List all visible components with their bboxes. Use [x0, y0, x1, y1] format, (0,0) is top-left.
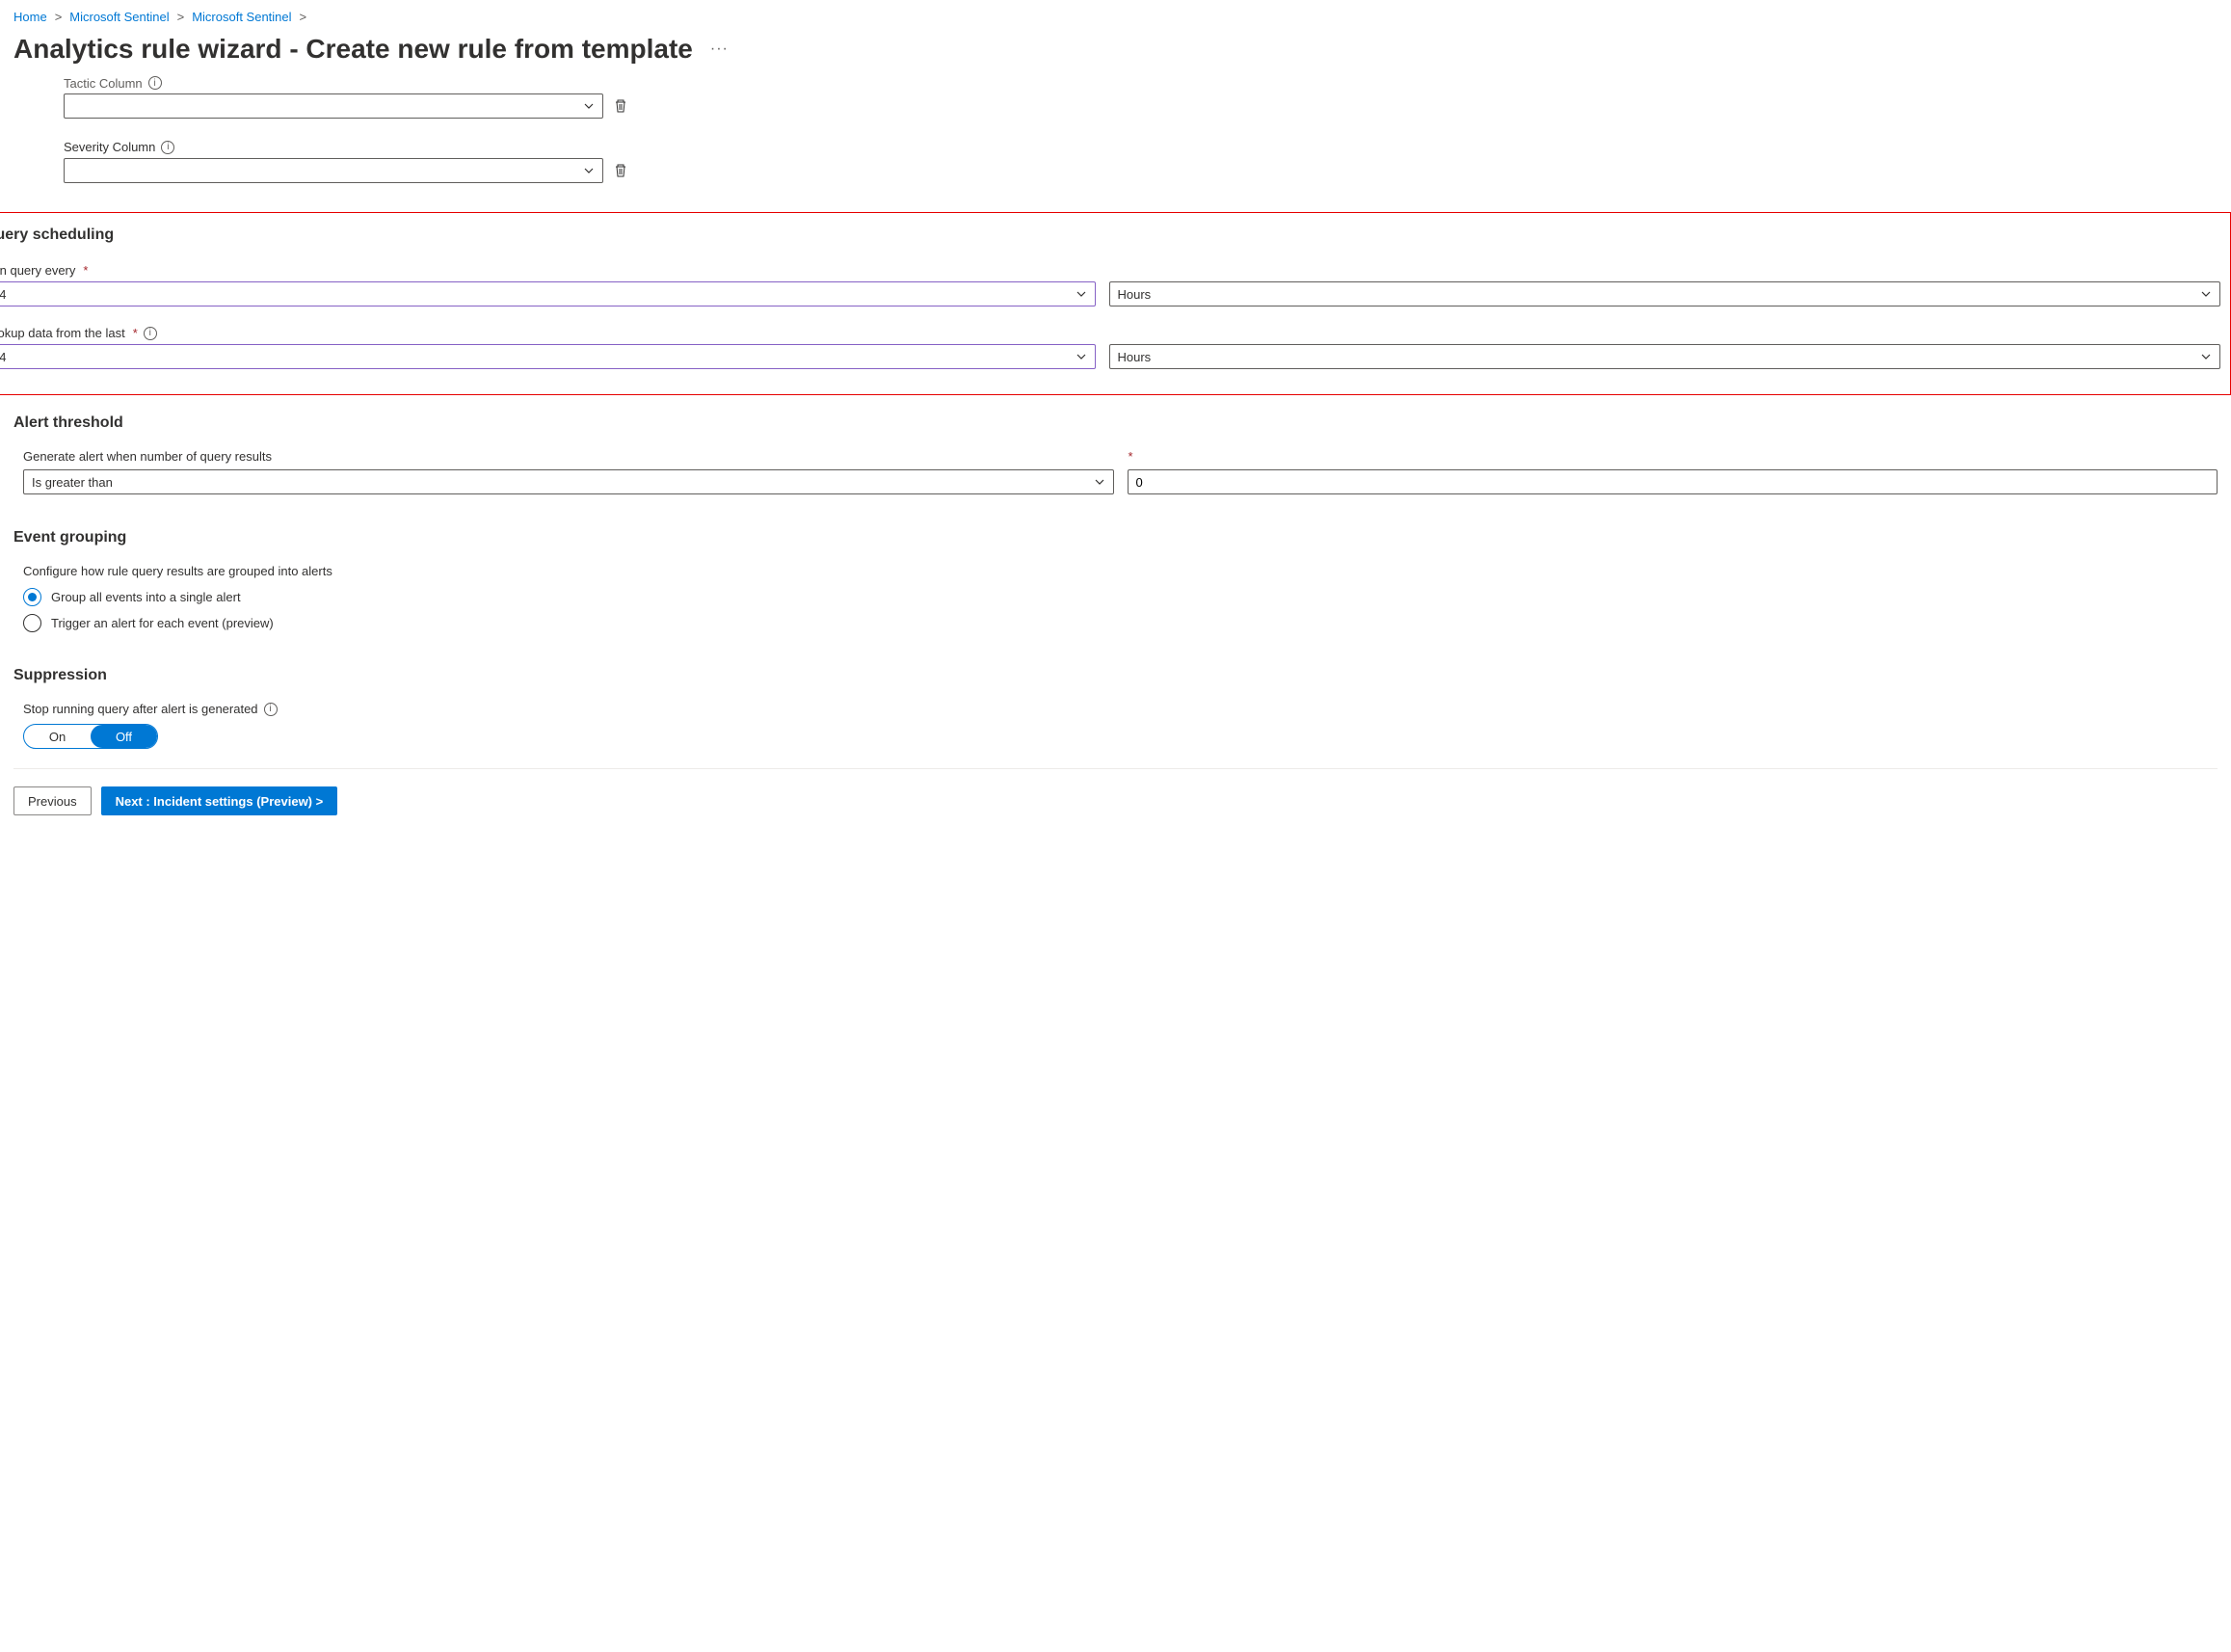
page-title: Analytics rule wizard - Create new rule … — [13, 34, 693, 65]
toggle-on-label: On — [24, 725, 91, 748]
breadcrumb-home[interactable]: Home — [13, 10, 47, 24]
threshold-operator-dropdown[interactable]: Is greater than — [23, 469, 1114, 494]
tactic-column-label: Tactic Column — [64, 76, 143, 90]
lookup-unit-dropdown[interactable]: Hours — [1109, 344, 2221, 369]
alert-threshold-section: Alert threshold Generate alert when numb… — [13, 414, 2218, 494]
threshold-label: Generate alert when number of query resu… — [23, 449, 1113, 464]
radio-label: Trigger an alert for each event (preview… — [51, 616, 274, 630]
breadcrumb-sentinel-2[interactable]: Microsoft Sentinel — [192, 10, 291, 24]
chevron-right-icon: > — [300, 10, 307, 24]
info-icon[interactable]: i — [161, 141, 174, 154]
suppression-section: Suppression Stop running query after ale… — [13, 667, 2218, 749]
section-title-scheduling: Query scheduling — [0, 226, 2220, 244]
radio-label: Group all events into a single alert — [51, 590, 241, 604]
lookup-value-dropdown[interactable]: 24 — [0, 344, 1096, 369]
lookup-label: Lookup data from the last — [0, 326, 125, 340]
severity-column-label: Severity Column — [64, 140, 155, 154]
run-query-unit-dropdown[interactable]: Hours — [1109, 281, 2221, 306]
suppression-toggle[interactable]: On Off — [23, 724, 158, 749]
run-query-value-dropdown[interactable]: 24 — [0, 281, 1096, 306]
threshold-value-input[interactable] — [1128, 469, 2218, 494]
required-asterisk: * — [133, 326, 138, 340]
next-button[interactable]: Next : Incident settings (Preview) > — [101, 786, 338, 815]
chevron-down-icon — [583, 165, 595, 176]
required-asterisk: * — [1129, 449, 2218, 464]
section-title-threshold: Alert threshold — [13, 414, 2218, 432]
section-title-suppression: Suppression — [13, 667, 2218, 684]
info-icon[interactable]: i — [148, 76, 162, 90]
event-grouping-section: Event grouping Configure how rule query … — [13, 529, 2218, 632]
required-asterisk: * — [83, 263, 88, 278]
run-query-label: Run query every — [0, 263, 75, 278]
toggle-off-label: Off — [91, 725, 157, 748]
previous-button[interactable]: Previous — [13, 786, 92, 815]
query-scheduling-section: Query scheduling Run query every * 24 Ho… — [0, 212, 2231, 395]
breadcrumb: Home > Microsoft Sentinel > Microsoft Se… — [13, 10, 2218, 24]
chevron-right-icon: > — [177, 10, 185, 24]
radio-trigger-each[interactable]: Trigger an alert for each event (preview… — [23, 614, 2218, 632]
tactic-column-dropdown[interactable] — [64, 93, 603, 119]
chevron-down-icon — [1076, 351, 1087, 362]
chevron-down-icon — [2200, 351, 2212, 362]
chevron-down-icon — [583, 100, 595, 112]
info-icon[interactable]: i — [144, 327, 157, 340]
suppression-label: Stop running query after alert is genera… — [23, 702, 258, 716]
chevron-right-icon: > — [55, 10, 63, 24]
delete-icon[interactable] — [613, 163, 628, 178]
info-icon[interactable]: i — [264, 703, 278, 716]
chevron-down-icon — [1094, 476, 1105, 488]
chevron-down-icon — [2200, 288, 2212, 300]
severity-column-dropdown[interactable] — [64, 158, 603, 183]
radio-icon — [23, 614, 41, 632]
breadcrumb-sentinel-1[interactable]: Microsoft Sentinel — [69, 10, 169, 24]
radio-group-single[interactable]: Group all events into a single alert — [23, 588, 2218, 606]
delete-icon[interactable] — [613, 98, 628, 114]
radio-icon — [23, 588, 41, 606]
more-icon[interactable]: ··· — [710, 40, 729, 58]
chevron-down-icon — [1076, 288, 1087, 300]
grouping-helper: Configure how rule query results are gro… — [23, 564, 2218, 578]
section-title-grouping: Event grouping — [13, 529, 2218, 546]
